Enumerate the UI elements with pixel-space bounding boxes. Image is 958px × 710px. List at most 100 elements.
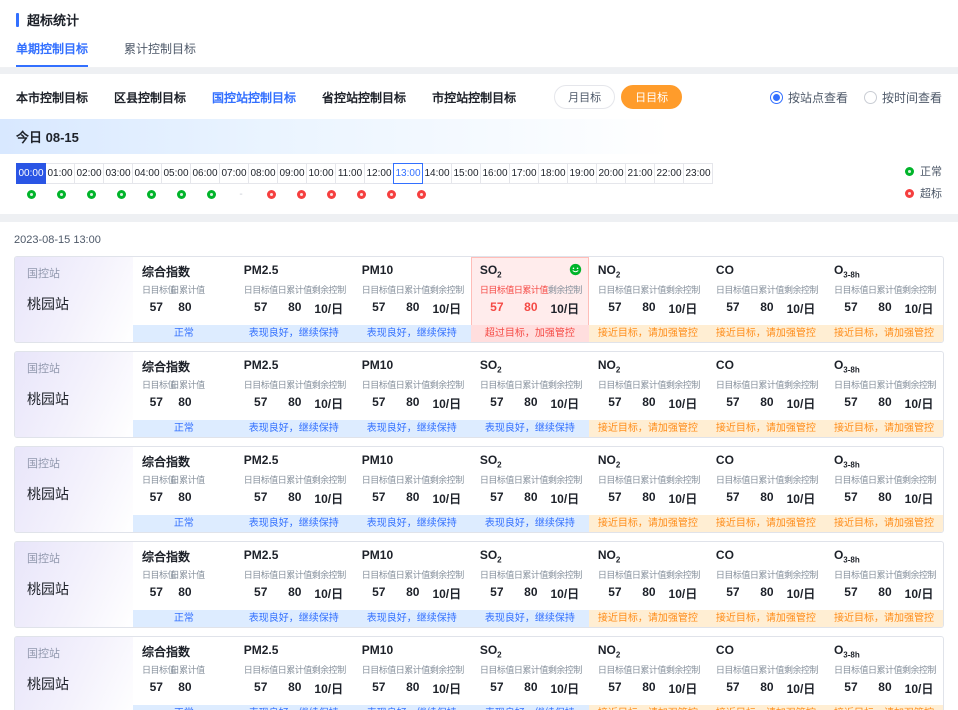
time-slot[interactable]: 16:00 bbox=[480, 163, 510, 184]
metric-value: 57 bbox=[716, 395, 750, 409]
metric-value: 10/日 bbox=[312, 680, 346, 697]
metric: 日累计值80 bbox=[868, 283, 902, 317]
time-slot[interactable]: 11:00 bbox=[335, 163, 365, 184]
metric-label: 剩余控制 bbox=[666, 473, 700, 486]
pollutant-subscript: 2 bbox=[497, 460, 501, 469]
pollutant-name: O3-8h bbox=[834, 263, 938, 277]
time-slot[interactable]: 14:00 bbox=[422, 163, 452, 184]
pollutant-column: 综合指数日目标值57日累计值80正常 bbox=[133, 447, 235, 532]
time-slot[interactable]: 00:00 bbox=[16, 163, 46, 184]
metric-value: 10/日 bbox=[666, 585, 700, 602]
time-slot[interactable]: 20:00 bbox=[596, 163, 626, 184]
pollutant-column: PM10日目标值57日累计值80剩余控制10/日表现良好，继续保持 bbox=[353, 447, 471, 532]
station-type-label: 国控站 bbox=[27, 455, 121, 471]
metric: 日目标值57 bbox=[142, 283, 171, 314]
normal-dot-icon bbox=[117, 190, 126, 199]
pollutant-name-text: PM2.5 bbox=[244, 263, 279, 277]
time-slot[interactable]: 17:00 bbox=[509, 163, 539, 184]
metric-label: 日累计值 bbox=[514, 663, 548, 676]
time-slot[interactable]: 10:00 bbox=[306, 163, 336, 184]
timeline-slots: 00:0001:0002:0003:0004:0005:0006:0007:00… bbox=[16, 163, 736, 184]
metric-value: 10/日 bbox=[430, 300, 464, 317]
metric-value: 57 bbox=[834, 585, 868, 599]
metric-label: 日目标值 bbox=[480, 378, 514, 391]
timeline-status-cell bbox=[46, 189, 76, 200]
metrics-row: 日目标值57日累计值80剩余控制10/日 bbox=[480, 378, 584, 412]
metric: 日目标值57 bbox=[480, 378, 514, 412]
time-slot[interactable]: 09:00 bbox=[277, 163, 307, 184]
main-tab-inactive[interactable]: 累计控制目标 bbox=[124, 40, 196, 67]
metric-label: 日目标值 bbox=[834, 473, 868, 486]
metric: 日累计值80 bbox=[514, 568, 548, 602]
time-slot[interactable]: 19:00 bbox=[567, 163, 597, 184]
metrics-row: 日目标值57日累计值80剩余控制10/日 bbox=[834, 568, 938, 602]
metric-label: 日目标值 bbox=[834, 568, 868, 581]
time-slot[interactable]: 13:00 bbox=[393, 163, 423, 184]
metric: 日目标值57 bbox=[244, 378, 278, 412]
metric-label: 剩余控制 bbox=[666, 378, 700, 391]
metric-value: 10/日 bbox=[666, 680, 700, 697]
pollutant-name: CO bbox=[716, 643, 820, 657]
view-radio[interactable]: 按时间查看 bbox=[864, 89, 942, 106]
period-toggle: 月目标日目标 bbox=[554, 85, 682, 109]
time-slot[interactable]: 08:00 bbox=[248, 163, 278, 184]
metrics-row: 日目标值57日累计值80剩余控制10/日 bbox=[244, 663, 348, 697]
subtab[interactable]: 市控站控制目标 bbox=[432, 89, 516, 106]
metric: 日累计值80 bbox=[171, 663, 200, 694]
time-slot[interactable]: 03:00 bbox=[103, 163, 133, 184]
time-slot[interactable]: 18:00 bbox=[538, 163, 568, 184]
status-bar: 接近目标，请加强管控 bbox=[589, 515, 707, 532]
exceed-dot-icon bbox=[387, 190, 396, 199]
time-slot[interactable]: 06:00 bbox=[190, 163, 220, 184]
metrics-row: 日目标值57日累计值80剩余控制10/日 bbox=[834, 378, 938, 412]
time-slot[interactable]: 04:00 bbox=[132, 163, 162, 184]
pollutant-column: SO2日目标值57日累计值80剩余控制10/日表现良好，继续保持 bbox=[471, 637, 589, 710]
main-tab-active[interactable]: 单期控制目标 bbox=[16, 40, 88, 67]
view-radio[interactable]: 按站点查看 bbox=[770, 89, 848, 106]
time-slot[interactable]: 01:00 bbox=[45, 163, 75, 184]
pollutant-subscript: 2 bbox=[497, 555, 501, 564]
timeline-status-cell: - bbox=[226, 189, 256, 200]
metric-label: 日目标值 bbox=[834, 378, 868, 391]
pollutant-name: 综合指数 bbox=[142, 263, 230, 277]
time-slot[interactable]: 23:00 bbox=[683, 163, 713, 184]
period-pill-active[interactable]: 日目标 bbox=[621, 85, 682, 109]
metric-label: 日累计值 bbox=[278, 378, 312, 391]
subtab[interactable]: 本市控制目标 bbox=[16, 89, 88, 106]
metric-label: 日目标值 bbox=[716, 283, 750, 296]
metrics-row: 日目标值57日累计值80剩余控制10/日 bbox=[716, 283, 820, 317]
metric-value: 57 bbox=[142, 395, 171, 409]
pollutant-column: 综合指数日目标值57日累计值80正常 bbox=[133, 352, 235, 437]
time-slot[interactable]: 21:00 bbox=[625, 163, 655, 184]
pollutant-name-text: PM10 bbox=[362, 643, 393, 657]
subtab-active[interactable]: 国控站控制目标 bbox=[212, 89, 296, 106]
title-row: 超标统计 bbox=[16, 10, 942, 29]
station-cell: 国控站桃园站 bbox=[15, 352, 133, 437]
station-cell: 国控站桃园站 bbox=[15, 637, 133, 710]
metric: 剩余控制10/日 bbox=[312, 473, 346, 507]
subtab[interactable]: 省控站控制目标 bbox=[322, 89, 406, 106]
time-slot[interactable]: 05:00 bbox=[161, 163, 191, 184]
metric-label: 剩余控制 bbox=[312, 663, 346, 676]
pollutant-name-text: PM10 bbox=[362, 358, 393, 372]
status-bar: 正常 bbox=[133, 420, 235, 437]
metrics-row: 日目标值57日累计值80剩余控制10/日 bbox=[716, 378, 820, 412]
metrics-row: 日目标值57日累计值80剩余控制10/日 bbox=[598, 283, 702, 317]
period-pill[interactable]: 月目标 bbox=[554, 85, 615, 109]
metric-value: 10/日 bbox=[784, 395, 818, 412]
metric-value: 80 bbox=[868, 680, 902, 694]
metric-value: 80 bbox=[750, 395, 784, 409]
metric-label: 日累计值 bbox=[396, 663, 430, 676]
time-slot[interactable]: 07:00 bbox=[219, 163, 249, 184]
metric-value: 10/日 bbox=[666, 300, 700, 317]
time-slot[interactable]: 02:00 bbox=[74, 163, 104, 184]
time-slot[interactable]: 15:00 bbox=[451, 163, 481, 184]
metric-value: 57 bbox=[244, 680, 278, 694]
time-slot[interactable]: 12:00 bbox=[364, 163, 394, 184]
metrics-row: 日目标值57日累计值80剩余控制10/日 bbox=[244, 473, 348, 507]
status-bar: 正常 bbox=[133, 325, 235, 342]
metric: 日累计值80 bbox=[750, 663, 784, 697]
subtab[interactable]: 区县控制目标 bbox=[114, 89, 186, 106]
pollutant-column: PM2.5日目标值57日累计值80剩余控制10/日表现良好，继续保持 bbox=[235, 352, 353, 437]
time-slot[interactable]: 22:00 bbox=[654, 163, 684, 184]
